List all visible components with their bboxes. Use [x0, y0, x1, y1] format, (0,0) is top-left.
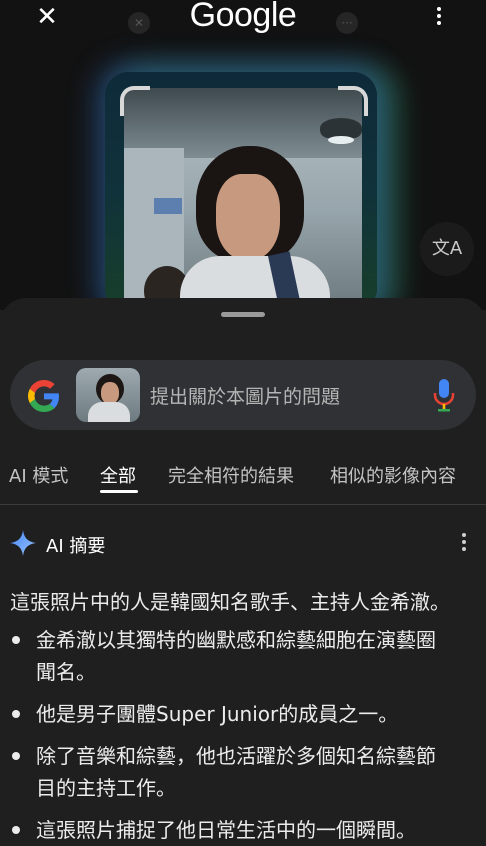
- bullet-dot: [12, 710, 20, 718]
- image-preview-area: ✕ ··· ✕ Google 文A: [0, 0, 486, 310]
- results-sheet: 提出關於本圖片的問題 AI 模式 全部 完全相符的結果 相似的影像內容 AI 摘…: [0, 298, 486, 842]
- tab-exact-matches[interactable]: 完全相符的結果: [168, 462, 294, 488]
- google-logo: Google: [189, 0, 297, 34]
- search-image[interactable]: [124, 88, 362, 308]
- photo-face: [216, 174, 280, 260]
- photo-sign: [154, 198, 182, 214]
- translate-icon[interactable]: 文A: [420, 222, 474, 276]
- mic-icon[interactable]: [432, 378, 456, 412]
- list-item-text: 這張照片捕捉了他日常生活中的一個瞬間。: [36, 818, 416, 842]
- bullet-dot: [12, 752, 20, 760]
- photo-lamp: [320, 118, 362, 138]
- photo-lamp-light: [328, 136, 354, 144]
- query-image-thumbnail[interactable]: [76, 368, 140, 422]
- ai-overview-header: AI 摘要: [10, 530, 476, 558]
- bullet-dot: [12, 826, 20, 834]
- list-item-text: 目的主持工作。: [36, 776, 176, 800]
- bullet-dot: [12, 636, 20, 644]
- active-tab-indicator: [100, 490, 138, 493]
- result-tabs: AI 模式 全部 完全相符的結果 相似的影像內容: [0, 456, 486, 505]
- tab-ai-mode[interactable]: AI 模式: [9, 462, 68, 488]
- ai-summary-text: 這張照片中的人是韓國知名歌手、主持人金希澈。: [10, 590, 450, 614]
- search-bar[interactable]: 提出關於本圖片的問題: [10, 360, 476, 430]
- ai-overview-title: AI 摘要: [46, 536, 106, 557]
- list-item-text: 他是男子團體Super Junior的成員之一。: [36, 702, 399, 726]
- ai-overview-more-icon[interactable]: [456, 530, 472, 556]
- search-input[interactable]: 提出關於本圖片的問題: [150, 382, 340, 409]
- google-g-icon: [28, 380, 59, 412]
- tab-all[interactable]: 全部: [100, 462, 136, 488]
- tab-visual-matches[interactable]: 相似的影像內容: [330, 462, 456, 488]
- crop-handle-top-left[interactable]: [120, 86, 150, 116]
- ai-sparkle-icon: [10, 530, 36, 556]
- list-item-text: 除了音樂和綜藝，他也活躍於多個知名綜藝節: [36, 744, 436, 768]
- crop-handle-top-right[interactable]: [338, 86, 368, 116]
- list-item-text: 金希澈以其獨特的幽默感和綜藝細胞在演藝圈: [36, 628, 436, 652]
- drag-handle[interactable]: [221, 312, 265, 317]
- more-vert-icon[interactable]: [428, 4, 450, 30]
- list-item-text: 聞名。: [36, 660, 96, 684]
